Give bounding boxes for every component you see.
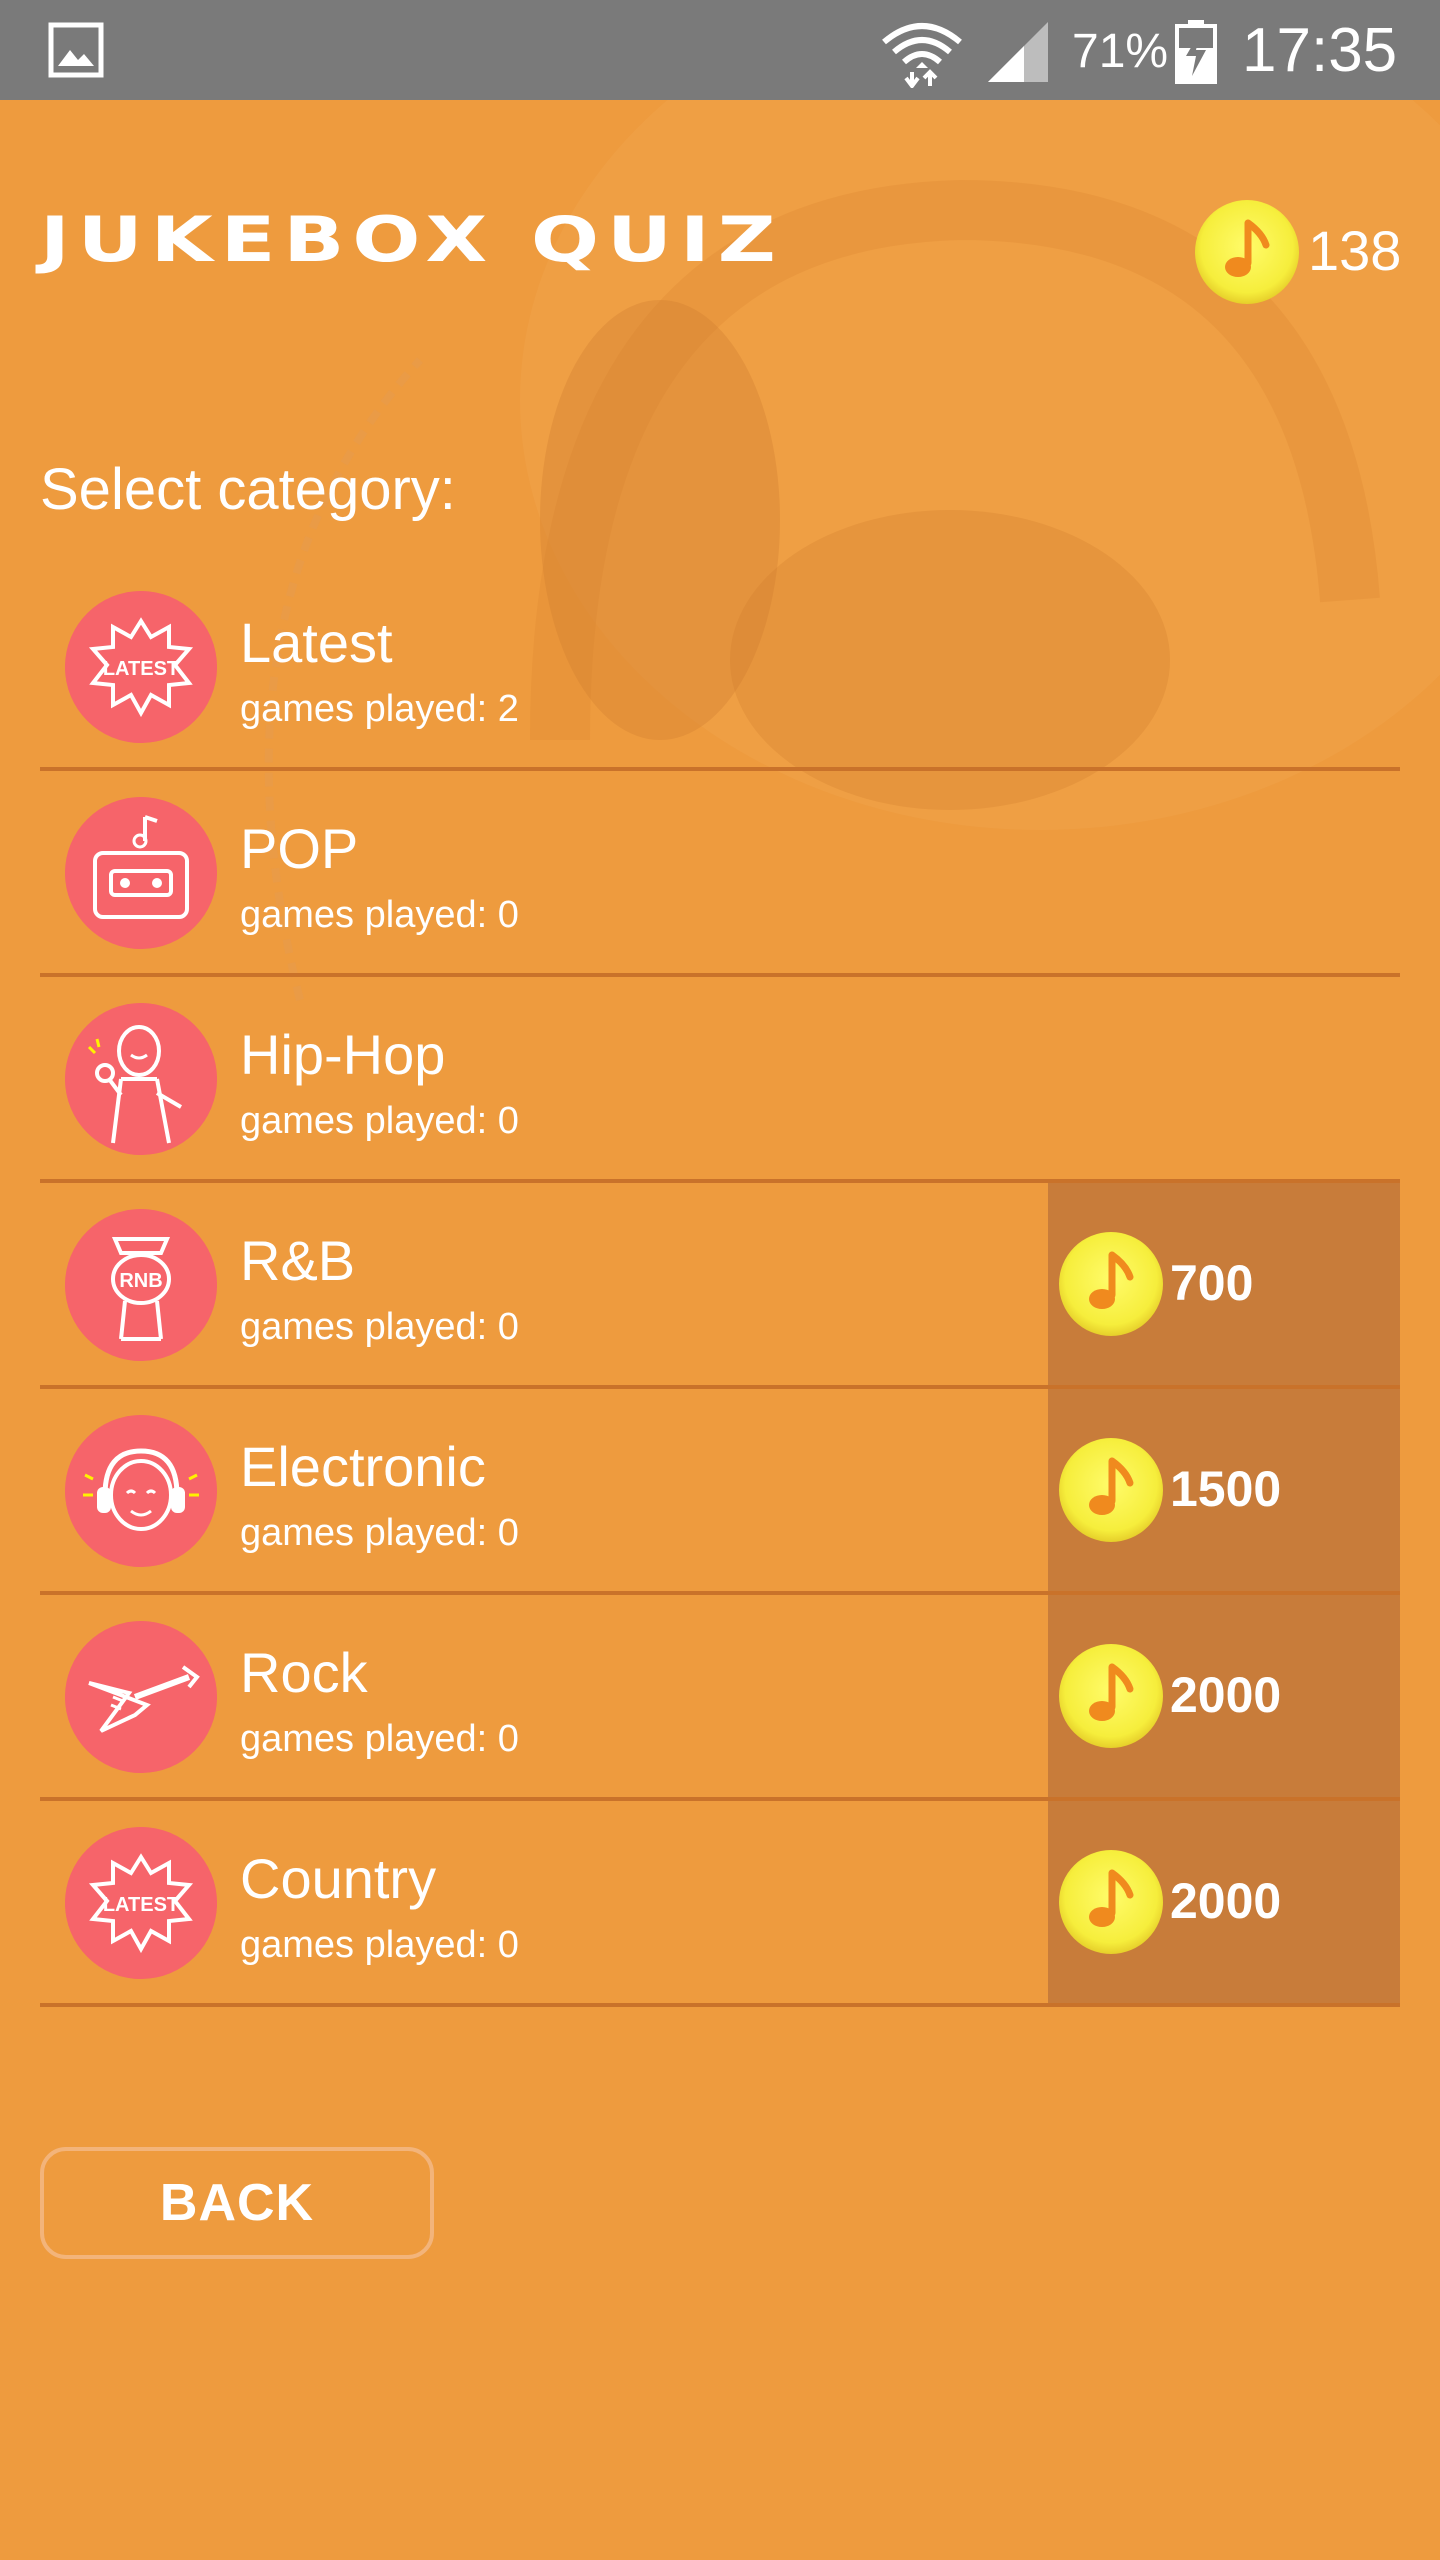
app-title: JUKEBOX QUIZ <box>40 203 784 276</box>
category-games-played: games played: 0 <box>240 1306 519 1348</box>
category-row-electronic[interactable]: Electronic games played: 0 1500 <box>40 1389 1400 1595</box>
category-name: Rock <box>240 1641 368 1704</box>
unlock-price: 2000 <box>1170 1873 1282 1929</box>
category-name: Hip-Hop <box>240 1023 446 1086</box>
gallery-icon <box>48 22 104 78</box>
status-bar: 71% 17:35 <box>0 0 1440 100</box>
music-note-coin-icon <box>1059 1850 1163 1954</box>
clock: 17:35 <box>1242 16 1398 85</box>
unlock-price: 2000 <box>1170 1667 1282 1723</box>
category-row-rnb[interactable]: RNB R&B games played: 0 700 <box>40 1183 1400 1389</box>
unlock-price: 700 <box>1170 1255 1254 1311</box>
rnb-singer-icon: RNB <box>65 1209 217 1361</box>
unlock-price-button[interactable]: 2000 <box>1048 1801 1400 2003</box>
battery-charging-icon <box>1175 20 1217 84</box>
category-name: R&B <box>240 1229 356 1292</box>
unlock-price: 1500 <box>1170 1461 1282 1517</box>
back-button[interactable]: BACK <box>40 2147 434 2259</box>
category-list: LATEST Latest games played: 2 POP games … <box>40 565 1400 2007</box>
category-games-played: games played: 0 <box>240 894 519 936</box>
section-label: Select category: <box>40 457 456 522</box>
latest-badge-icon: LATEST <box>65 1827 217 1979</box>
music-note-coin-icon <box>1195 200 1299 304</box>
category-name: Country <box>240 1847 437 1910</box>
category-games-played: games played: 0 <box>240 1718 519 1760</box>
battery-percent: 71% <box>1072 25 1169 78</box>
music-note-coin-icon <box>1059 1232 1163 1336</box>
svg-text:LATEST: LATEST <box>103 658 179 680</box>
category-name: Latest <box>240 611 393 674</box>
category-row-pop[interactable]: POP games played: 0 <box>40 771 1400 977</box>
rapper-icon <box>65 1003 217 1155</box>
music-note-coin-icon <box>1059 1644 1163 1748</box>
unlock-price-button[interactable]: 1500 <box>1048 1389 1400 1591</box>
category-games-played: games played: 0 <box>240 1100 519 1142</box>
category-games-played: games played: 0 <box>240 1512 519 1554</box>
latest-badge-icon: LATEST <box>65 591 217 743</box>
category-row-latest[interactable]: LATEST Latest games played: 2 <box>40 565 1400 771</box>
category-row-hip-hop[interactable]: Hip-Hop games played: 0 <box>40 977 1400 1183</box>
wifi-icon <box>882 23 962 88</box>
unlock-price-button[interactable]: 700 <box>1048 1183 1400 1385</box>
dj-headphones-icon <box>65 1415 217 1567</box>
category-name: POP <box>240 817 359 880</box>
unlock-price-button[interactable]: 2000 <box>1048 1595 1400 1797</box>
svg-text:LATEST: LATEST <box>103 1894 179 1916</box>
category-games-played: games played: 2 <box>240 688 519 730</box>
signal-icon <box>988 22 1048 82</box>
cassette-icon <box>65 797 217 949</box>
category-name: Electronic <box>240 1435 486 1498</box>
electric-guitar-icon <box>65 1621 217 1773</box>
coin-count: 138 <box>1308 219 1402 282</box>
category-row-rock[interactable]: Rock games played: 0 2000 <box>40 1595 1400 1801</box>
category-row-country[interactable]: LATEST Country games played: 0 2000 <box>40 1801 1400 2007</box>
category-games-played: games played: 0 <box>240 1924 519 1966</box>
svg-text:RNB: RNB <box>119 1270 162 1292</box>
music-note-coin-icon <box>1059 1438 1163 1542</box>
